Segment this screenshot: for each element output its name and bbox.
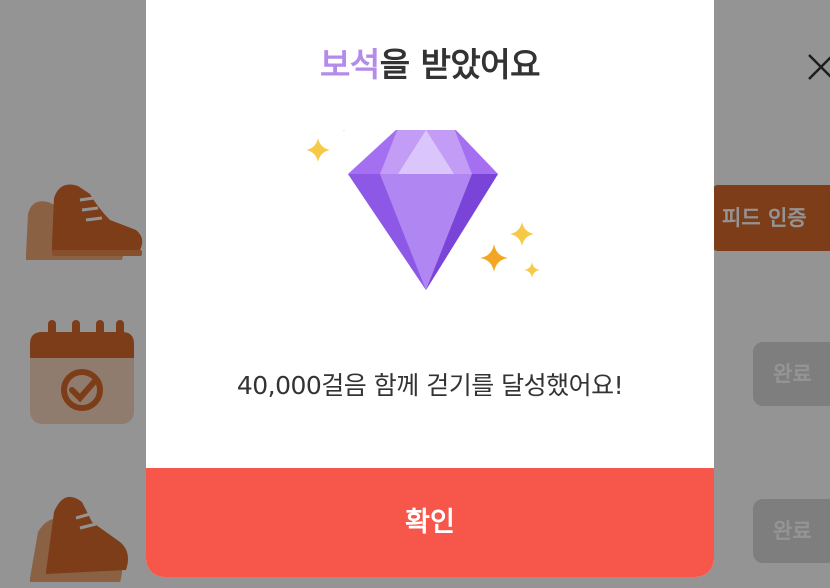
modal-title: 보석을 받았어요 xyxy=(146,38,714,86)
diamond-sparkle-icon xyxy=(298,130,548,312)
modal-title-highlight: 보석 xyxy=(319,45,380,84)
screen: 피드 인증 완료 완료 보석을 받았어요 40,000걸음 함께 걷기를 달성했… xyxy=(0,0,830,588)
reward-modal: 보석을 받았어요 40,000걸음 함께 걷기를 달성했어요! 확인 xyxy=(146,0,714,577)
confirm-button[interactable]: 확인 xyxy=(146,468,714,577)
modal-title-rest: 을 받았어요 xyxy=(379,45,541,84)
modal-message: 40,000걸음 함께 걷기를 달성했어요! xyxy=(236,371,624,400)
